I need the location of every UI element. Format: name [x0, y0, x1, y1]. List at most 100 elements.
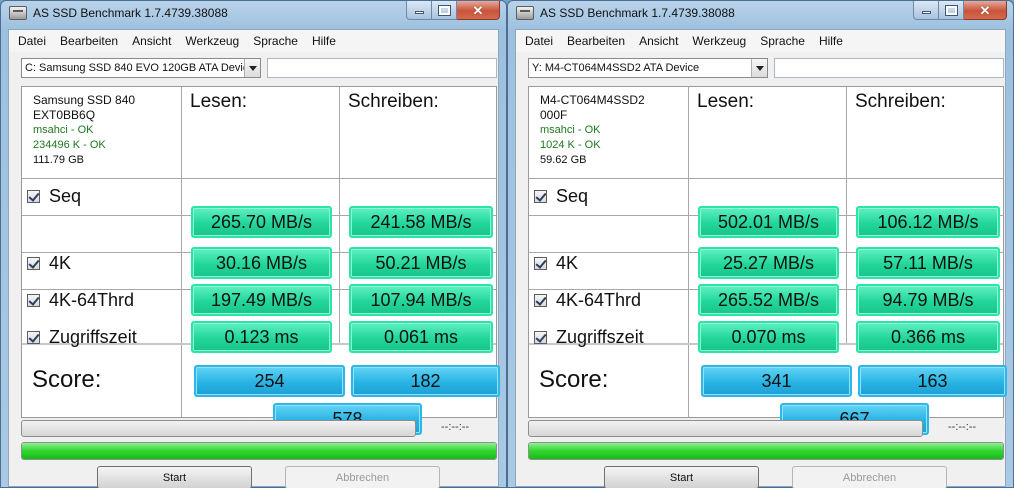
- seq-label: Seq: [556, 186, 589, 206]
- eta-label: --:--:--: [441, 421, 470, 433]
- 4k-label: 4K: [556, 253, 579, 273]
- score-write: 182: [351, 365, 500, 397]
- eta-label: --:--:--: [948, 421, 977, 433]
- seq-write-result: 241.58 MB/s: [349, 206, 493, 238]
- path-input[interactable]: [267, 58, 497, 78]
- row-seq[interactable]: Seq: [534, 186, 588, 207]
- menu-bearbeiten[interactable]: Bearbeiten: [60, 34, 118, 48]
- row-4k[interactable]: 4K: [27, 253, 71, 274]
- window-client-area: Datei Bearbeiten Ansicht Werkzeug Sprach…: [8, 29, 500, 488]
- menu-hilfe[interactable]: Hilfe: [819, 34, 843, 48]
- menu-werkzeug[interactable]: Werkzeug: [692, 34, 746, 48]
- drive-model: M4-CT064M4SSD2: [540, 93, 645, 107]
- score-label: Score:: [539, 366, 609, 393]
- menu-hilfe[interactable]: Hilfe: [312, 34, 336, 48]
- 4k-64thrd-read-result: 265.52 MB/s: [698, 284, 839, 316]
- row-access-time[interactable]: Zugriffszeit: [534, 327, 644, 348]
- desktop: AS SSD Benchmark 1.7.4739.38088 ✕ Datei …: [0, 0, 1014, 488]
- row-divider: [529, 178, 1003, 179]
- row-seq[interactable]: Seq: [27, 186, 81, 207]
- access-time-checkbox[interactable]: [27, 331, 40, 344]
- 4k-64thrd-write-result: 107.94 MB/s: [349, 284, 493, 316]
- menu-datei[interactable]: Datei: [525, 34, 553, 48]
- results-grid: Samsung SSD 840 EXT0BB6Q msahci - OK 234…: [21, 86, 500, 435]
- 4k-64thrd-checkbox[interactable]: [534, 294, 547, 307]
- seq-checkbox[interactable]: [27, 190, 40, 203]
- maximize-button[interactable]: [939, 1, 964, 20]
- drive-icon: [516, 6, 534, 20]
- drive-select-value: Y: M4-CT064M4SSD2 ATA Device: [532, 62, 700, 74]
- maximize-button[interactable]: [432, 1, 457, 20]
- overall-progress-fill: [22, 443, 496, 459]
- seq-write-result: 106.12 MB/s: [856, 206, 1000, 238]
- drive-size: 59.62 GB: [540, 154, 587, 166]
- window-client-area: Datei Bearbeiten Ansicht Werkzeug Sprach…: [515, 29, 1007, 488]
- path-input[interactable]: [774, 58, 1004, 78]
- overall-progress-bar: [21, 442, 497, 460]
- drive-model: Samsung SSD 840: [33, 93, 136, 107]
- close-button[interactable]: ✕: [964, 1, 1007, 20]
- row-4k-64thrd[interactable]: 4K-64Thrd: [534, 290, 641, 311]
- read-header: Lesen:: [190, 91, 248, 112]
- title-bar[interactable]: AS SSD Benchmark 1.7.4739.38088 ✕: [508, 1, 1013, 27]
- seq-checkbox[interactable]: [534, 190, 547, 203]
- access-time-checkbox[interactable]: [534, 331, 547, 344]
- score-label: Score:: [32, 366, 102, 393]
- caption-buttons: ✕: [406, 1, 500, 20]
- cancel-button[interactable]: Abbrechen: [285, 466, 440, 488]
- drive-select[interactable]: Y: M4-CT064M4SSD2 ATA Device: [528, 58, 768, 78]
- access-time-label: Zugriffszeit: [49, 327, 137, 347]
- menu-datei[interactable]: Datei: [18, 34, 46, 48]
- chevron-down-icon[interactable]: [751, 59, 767, 77]
- row-divider: [22, 178, 496, 179]
- drive-firmware: 000F: [540, 108, 568, 122]
- drive-info: Samsung SSD 840 EXT0BB6Q msahci - OK 234…: [33, 93, 135, 168]
- row-access-time[interactable]: Zugriffszeit: [27, 327, 137, 348]
- test-progress-bar: [528, 420, 923, 437]
- menu-ansicht[interactable]: Ansicht: [132, 34, 171, 48]
- close-icon: ✕: [472, 2, 484, 18]
- drive-select[interactable]: C: Samsung SSD 840 EVO 120GB ATA Devic: [21, 58, 261, 78]
- maximize-icon: [437, 4, 451, 16]
- close-button[interactable]: ✕: [457, 1, 500, 20]
- menu-bar: Datei Bearbeiten Ansicht Werkzeug Sprach…: [9, 30, 498, 52]
- 4k-label: 4K: [49, 253, 72, 273]
- menu-ansicht[interactable]: Ansicht: [639, 34, 678, 48]
- menu-bearbeiten[interactable]: Bearbeiten: [567, 34, 625, 48]
- caption-buttons: ✕: [913, 1, 1007, 20]
- chevron-down-icon[interactable]: [244, 59, 260, 77]
- column-divider: [181, 343, 182, 417]
- drive-select-value: C: Samsung SSD 840 EVO 120GB ATA Devic: [25, 62, 249, 74]
- alignment-status: 234496 K - OK: [33, 139, 106, 151]
- score-read: 254: [194, 365, 345, 397]
- minimize-button[interactable]: [406, 1, 432, 20]
- drive-firmware: EXT0BB6Q: [33, 108, 96, 122]
- minimize-button[interactable]: [913, 1, 939, 20]
- drive-icon: [9, 6, 27, 20]
- overall-progress-fill: [529, 443, 1003, 459]
- row-4k-64thrd[interactable]: 4K-64Thrd: [27, 290, 134, 311]
- 4k-64thrd-checkbox[interactable]: [27, 294, 40, 307]
- start-button[interactable]: Start: [604, 466, 759, 488]
- minimize-icon: [921, 11, 931, 14]
- seq-read-result: 265.70 MB/s: [191, 206, 332, 238]
- row-4k[interactable]: 4K: [534, 253, 578, 274]
- 4k-checkbox[interactable]: [27, 257, 40, 270]
- 4k-64thrd-label: 4K-64Thrd: [556, 290, 642, 310]
- drive-info: M4-CT064M4SSD2 000F msahci - OK 1024 K -…: [540, 93, 645, 168]
- title-bar[interactable]: AS SSD Benchmark 1.7.4739.38088 ✕: [1, 1, 506, 27]
- test-progress-bar: [21, 420, 416, 437]
- menu-sprache[interactable]: Sprache: [760, 34, 805, 48]
- driver-status: msahci - OK: [33, 124, 94, 136]
- cancel-button[interactable]: Abbrechen: [792, 466, 947, 488]
- 4k-checkbox[interactable]: [534, 257, 547, 270]
- menu-werkzeug[interactable]: Werkzeug: [185, 34, 239, 48]
- seq-label: Seq: [49, 186, 82, 206]
- write-header: Schreiben:: [855, 91, 946, 112]
- menu-sprache[interactable]: Sprache: [253, 34, 298, 48]
- start-button[interactable]: Start: [97, 466, 252, 488]
- read-header: Lesen:: [697, 91, 755, 112]
- access-time-read-result: 0.123 ms: [191, 321, 332, 353]
- driver-status: msahci - OK: [540, 124, 601, 136]
- access-time-read-result: 0.070 ms: [698, 321, 839, 353]
